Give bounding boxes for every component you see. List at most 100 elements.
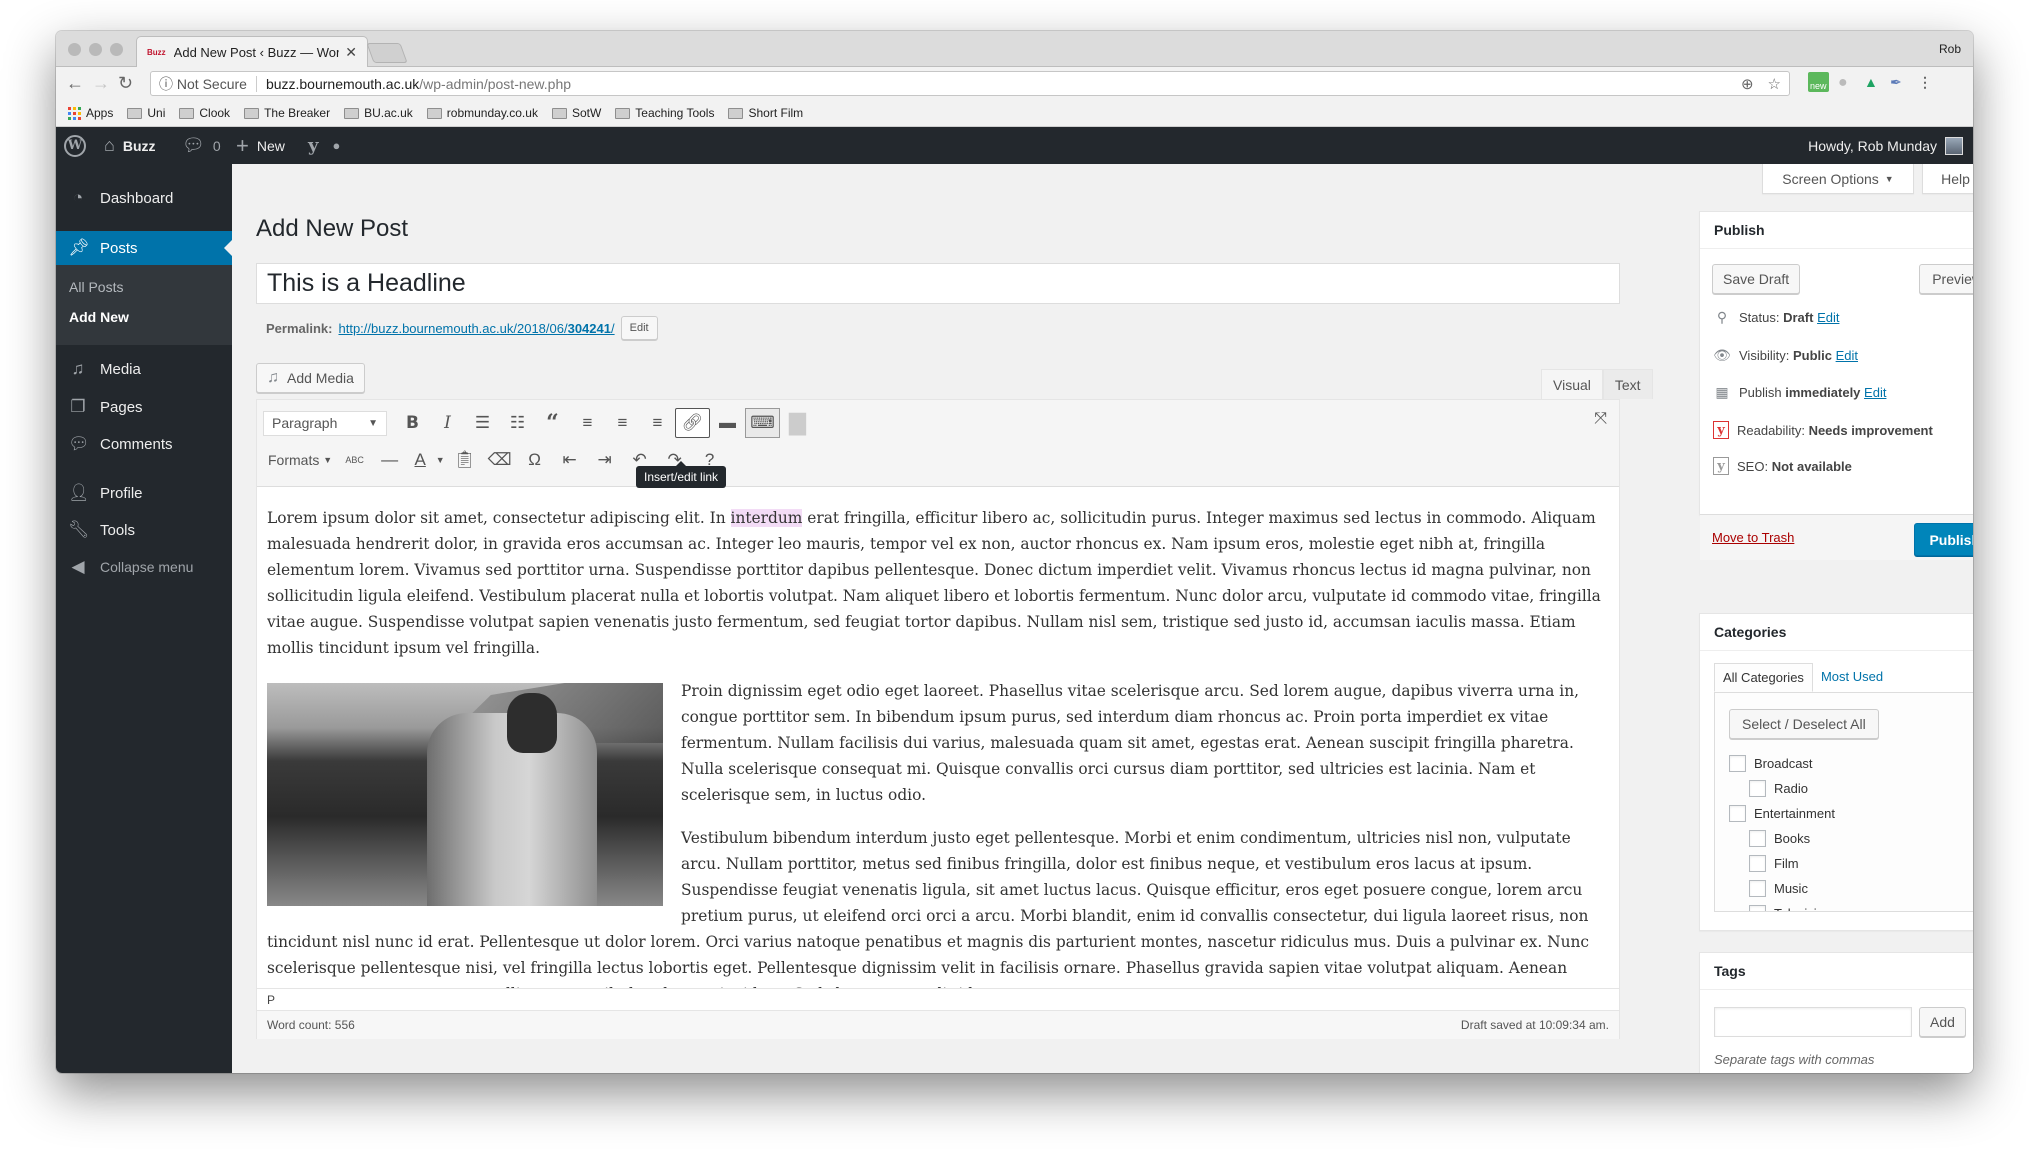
address-bar[interactable]: ⓘ Not Secure buzz.bournemouth.ac.uk /wp-… xyxy=(150,71,1790,96)
bookmark-folder[interactable]: The Breaker xyxy=(244,106,330,120)
screen-options-button[interactable]: Screen Options ▼ xyxy=(1762,164,1914,194)
align-left-button[interactable]: ≡ xyxy=(570,408,605,438)
help-button[interactable]: Help ▼ xyxy=(1922,164,1973,194)
comments-link[interactable]: 💬︎ 0 xyxy=(182,127,221,164)
element-path[interactable]: P xyxy=(257,988,1619,1010)
indent-button[interactable]: ⇥ xyxy=(587,445,622,475)
strikethrough-button[interactable]: ABC xyxy=(337,445,372,475)
clear-formatting-button[interactable]: ⌫ xyxy=(482,445,517,475)
checkbox[interactable] xyxy=(1749,905,1766,911)
status-edit-link[interactable]: Edit xyxy=(1817,310,1839,325)
tab-most-used[interactable]: Most Used xyxy=(1813,663,1891,692)
avatar-placeholder-button[interactable]: ▇ xyxy=(780,408,815,438)
italic-button[interactable]: I xyxy=(430,408,465,438)
align-right-button[interactable]: ≡ xyxy=(640,408,675,438)
blockquote-button[interactable]: “ xyxy=(535,408,570,438)
bookmark-folder[interactable]: SotW xyxy=(551,106,601,120)
add-tag-button[interactable]: Add xyxy=(1919,1007,1966,1037)
checkbox[interactable] xyxy=(1749,855,1766,872)
category-item[interactable]: Radio xyxy=(1749,780,1808,797)
checkbox[interactable] xyxy=(1729,755,1746,772)
tab-visual[interactable]: Visual xyxy=(1541,369,1603,399)
info-icon[interactable]: ⓘ xyxy=(159,74,177,94)
bookmark-folder[interactable]: Uni xyxy=(127,106,165,120)
outdent-button[interactable]: ⇤ xyxy=(552,445,587,475)
preview-button[interactable]: Preview xyxy=(1919,264,1973,294)
checkbox[interactable] xyxy=(1729,805,1746,822)
category-item[interactable]: Broadcast xyxy=(1729,755,1813,772)
sidebar-item-media[interactable]: ♫ Media xyxy=(56,352,232,386)
back-icon[interactable]: ← xyxy=(66,73,84,94)
close-tab-icon[interactable]: ✕ xyxy=(345,44,357,61)
sidebar-item-tools[interactable]: 🔧︎ Tools xyxy=(56,513,232,547)
profile-name[interactable]: Rob xyxy=(1939,42,1961,56)
reload-icon[interactable]: ↻ xyxy=(118,73,133,94)
visibility-edit-link[interactable]: Edit xyxy=(1836,348,1858,363)
collapse-menu-button[interactable]: ◀ Collapse menu xyxy=(56,550,232,584)
tag-input[interactable] xyxy=(1714,1007,1912,1037)
minimize-window-button[interactable] xyxy=(89,43,102,56)
maximize-window-button[interactable] xyxy=(110,43,123,56)
read-more-button[interactable]: ▬ xyxy=(710,408,745,438)
formats-dropdown[interactable]: Formats ▼ xyxy=(263,445,337,475)
submenu-add-new[interactable]: Add New xyxy=(69,309,129,325)
sidebar-item-comments[interactable]: 💬︎ Comments xyxy=(56,427,232,461)
category-item[interactable]: Television xyxy=(1749,905,1831,911)
paste-as-text-button[interactable]: 📋︎ xyxy=(447,445,482,475)
bulleted-list-button[interactable]: ☰ xyxy=(465,408,500,438)
schedule-edit-link[interactable]: Edit xyxy=(1864,385,1886,400)
sidebar-item-dashboard[interactable]: ◔ Dashboard xyxy=(56,181,232,215)
bookmark-folder[interactable]: Teaching Tools xyxy=(615,106,714,120)
my-account-menu[interactable]: Howdy, Rob Munday xyxy=(1808,127,1963,164)
bookmark-star-icon[interactable]: ☆ xyxy=(1768,75,1781,93)
format-select[interactable]: Paragraph ▼ xyxy=(263,410,387,436)
tab-text[interactable]: Text xyxy=(1602,369,1653,399)
tab-all-categories[interactable]: All Categories xyxy=(1714,663,1813,692)
post-title-input[interactable] xyxy=(256,263,1620,304)
category-item[interactable]: Film xyxy=(1749,855,1799,872)
new-tab-button[interactable] xyxy=(366,43,408,63)
new-content-link[interactable]: + New xyxy=(236,127,285,164)
post-image[interactable] xyxy=(267,683,663,906)
category-checklist[interactable]: Select / Deselect All Broadcast Radio En… xyxy=(1714,692,1973,912)
publish-box-header[interactable]: Publish ▲ xyxy=(1700,212,1973,249)
numbered-list-button[interactable]: ☷ xyxy=(500,408,535,438)
text-color-button[interactable]: A xyxy=(407,445,433,475)
category-item[interactable]: Entertainment xyxy=(1729,805,1835,822)
close-window-button[interactable] xyxy=(68,43,81,56)
extension-new-icon[interactable]: new xyxy=(1808,72,1829,92)
select-deselect-all-button[interactable]: Select / Deselect All xyxy=(1729,709,1879,739)
forward-icon[interactable]: → xyxy=(92,73,110,94)
insert-link-button[interactable]: 🔗︎ xyxy=(675,408,710,438)
move-to-trash-link[interactable]: Move to Trash xyxy=(1712,530,1794,545)
site-name-link[interactable]: ⌂ Buzz xyxy=(104,127,156,164)
eyedropper-icon[interactable]: ✒ xyxy=(1890,74,1902,91)
permalink-edit-button[interactable]: Edit xyxy=(620,316,658,340)
checkbox[interactable] xyxy=(1749,780,1766,797)
zoom-icon[interactable]: ⊕ xyxy=(1741,75,1754,93)
add-media-button[interactable]: ♫ Add Media xyxy=(256,363,365,393)
toolbar-toggle-button[interactable]: ⌨ xyxy=(745,408,780,438)
bookmark-apps[interactable]: Apps xyxy=(68,106,113,120)
wp-logo-menu[interactable]: W xyxy=(64,127,86,164)
permalink-link[interactable]: http://buzz.bournemouth.ac.uk/2018/06/30… xyxy=(338,321,614,336)
sidebar-item-profile[interactable]: 👤︎ Profile xyxy=(56,476,232,510)
tags-box-header[interactable]: Tags ▲ xyxy=(1700,953,1973,990)
bookmark-folder[interactable]: Short Film xyxy=(728,106,803,120)
menu-kebab-icon[interactable]: ⋮ xyxy=(1918,74,1932,91)
horizontal-rule-button[interactable]: — xyxy=(372,445,407,475)
bookmark-folder[interactable]: robmunday.co.uk xyxy=(426,106,538,120)
special-character-button[interactable]: Ω xyxy=(517,445,552,475)
text-color-caret-icon[interactable]: ▼ xyxy=(433,445,447,475)
sidebar-item-posts[interactable]: 📌︎ Posts xyxy=(56,231,232,265)
browser-tab[interactable]: Buzz Add New Post ‹ Buzz — WordP ✕ xyxy=(136,36,368,68)
category-item[interactable]: Books xyxy=(1749,830,1810,847)
distraction-free-icon[interactable]: ⤧ xyxy=(1594,410,1607,428)
google-drive-icon[interactable]: ▲ xyxy=(1864,74,1878,90)
checkbox[interactable] xyxy=(1749,830,1766,847)
sidebar-item-pages[interactable]: ❐ Pages xyxy=(56,390,232,424)
checkbox[interactable] xyxy=(1749,880,1766,897)
category-item[interactable]: Music xyxy=(1749,880,1808,897)
save-draft-button[interactable]: Save Draft xyxy=(1712,264,1801,294)
publish-button[interactable]: Publish xyxy=(1914,523,1973,556)
